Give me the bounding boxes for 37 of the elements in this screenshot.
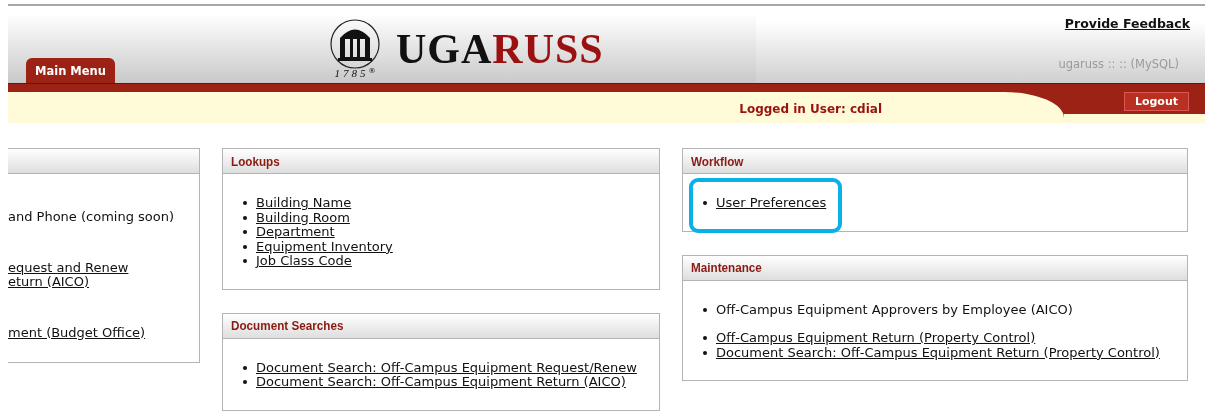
menu-link[interactable]: eturn (AICO) [8, 275, 89, 290]
menu-link[interactable]: Equipment Inventory [256, 239, 393, 254]
panel-title: Workflow [691, 153, 744, 169]
menu-link[interactable]: ment (Budget Office) [8, 325, 146, 340]
menu-link[interactable]: Building Room [256, 210, 350, 225]
logged-in-user: Logged in User: cdial [739, 101, 882, 116]
bullet-icon [703, 350, 707, 355]
bullet-icon [703, 307, 707, 312]
menu-link[interactable]: Building Name [256, 196, 352, 211]
menu-link[interactable]: equest and Renew [8, 260, 129, 275]
menu-link[interactable]: User Preferences [716, 196, 827, 211]
menu-text: and Phone (coming soon) [8, 210, 175, 225]
logo-wordmark: UGARUSS [396, 24, 604, 73]
menu-link[interactable]: Off-Campus Equipment Return (Property Control) [716, 331, 1036, 346]
logout-button[interactable]: Logout [1123, 92, 1189, 111]
bullet-icon [703, 201, 707, 206]
bullet-icon [243, 380, 247, 385]
database-info: ugaruss :: :: (MySQL) [1058, 57, 1179, 71]
logo-year: 1785 [334, 66, 369, 79]
feedback-link[interactable]: Provide Feedback [1064, 16, 1190, 31]
main-menu-tab[interactable]: Main Menu [26, 58, 115, 83]
bullet-icon [243, 201, 247, 206]
menu-link[interactable]: Document Search: Off-Campus Equipment Request/Renew [256, 360, 637, 375]
bullet-icon [703, 336, 707, 341]
panel-title: Document Searches [231, 318, 344, 333]
menu-link[interactable]: Document Search: Off-Campus Equipment Return (Property Control) [716, 345, 1160, 360]
panel-title: Lookups [231, 153, 280, 169]
bullet-icon [243, 215, 247, 220]
menu-link[interactable]: Job Class Code [256, 254, 352, 269]
panel-title: Maintenance [691, 260, 762, 275]
menu-text: Off-Campus Equipment Approvers by Employee (AICO) [716, 302, 1073, 317]
bullet-icon [243, 230, 247, 235]
menu-link[interactable]: Document Search: Off-Campus Equipment Return (AICO) [256, 375, 626, 390]
bullet-icon [243, 244, 247, 249]
menu-link[interactable]: Department [256, 225, 335, 240]
bullet-icon [243, 365, 247, 370]
bullet-icon [243, 259, 247, 264]
